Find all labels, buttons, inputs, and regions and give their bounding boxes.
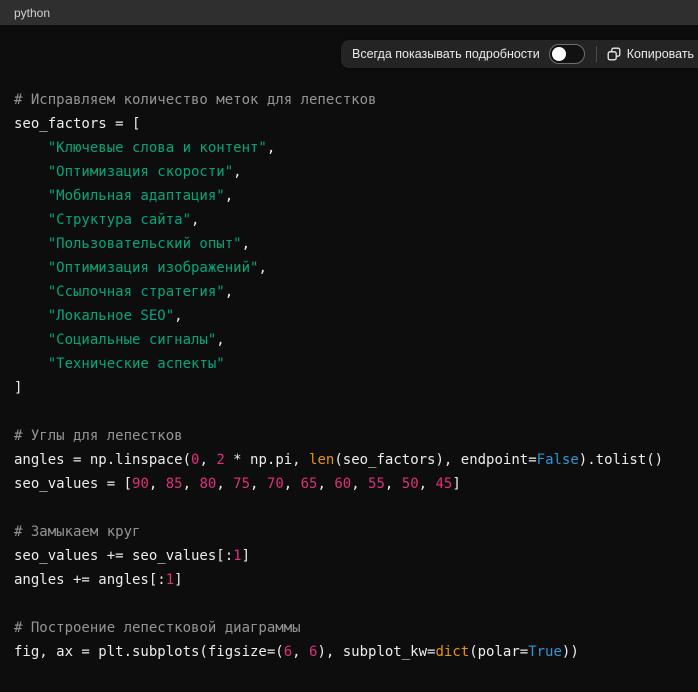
toggle-knob-icon: [552, 47, 566, 61]
copy-code-label: Копировать код: [627, 47, 698, 61]
always-show-details-label: Всегда показывать подробности: [352, 47, 540, 61]
code-content: # Исправляем количество меток для лепест…: [14, 88, 684, 692]
toolbar-divider: [596, 46, 597, 62]
code-line: "Мобильная адаптация",: [14, 184, 684, 208]
code-line: # Замыкаем круг: [14, 520, 684, 544]
code-line: seo_factors = [: [14, 112, 684, 136]
code-line: fig, ax = plt.subplots(figsize=(6, 6), s…: [14, 640, 684, 664]
code-line: angles += angles[:1]: [14, 568, 684, 592]
code-line: # Построение лепестковой диаграммы: [14, 616, 684, 640]
code-line: # Исправляем количество меток для лепест…: [14, 88, 684, 112]
copy-icon: [607, 47, 621, 61]
always-show-details-toggle[interactable]: [549, 44, 585, 64]
code-line: "Оптимизация скорости",: [14, 160, 684, 184]
code-block-header: python: [0, 0, 698, 25]
code-line: seo_values += seo_values[:1]: [14, 544, 684, 568]
code-line: seo_values = [90, 85, 80, 75, 70, 65, 60…: [14, 472, 684, 496]
code-line: ]: [14, 376, 684, 400]
code-line: "Структура сайта",: [14, 208, 684, 232]
code-line: [14, 664, 684, 688]
code-block: # Исправляем количество меток для лепест…: [0, 25, 698, 692]
copy-code-button[interactable]: Копировать код: [607, 47, 698, 61]
code-line: "Технические аспекты": [14, 352, 684, 376]
code-line: [14, 592, 684, 616]
code-line: angles = np.linspace(0, 2 * np.pi, len(s…: [14, 448, 684, 472]
code-line: # Рисуем диаграмму: [14, 688, 684, 692]
code-toolbar: Всегда показывать подробности Копировать…: [341, 40, 698, 68]
code-line: "Ключевые слова и контент",: [14, 136, 684, 160]
code-line: "Оптимизация изображений",: [14, 256, 684, 280]
code-line: "Локальное SEO",: [14, 304, 684, 328]
language-label: python: [14, 6, 50, 20]
code-line: # Углы для лепестков: [14, 424, 684, 448]
code-line: [14, 400, 684, 424]
code-line: "Ссылочная стратегия",: [14, 280, 684, 304]
code-line: "Социальные сигналы",: [14, 328, 684, 352]
code-line: "Пользовательский опыт",: [14, 232, 684, 256]
code-line: [14, 496, 684, 520]
